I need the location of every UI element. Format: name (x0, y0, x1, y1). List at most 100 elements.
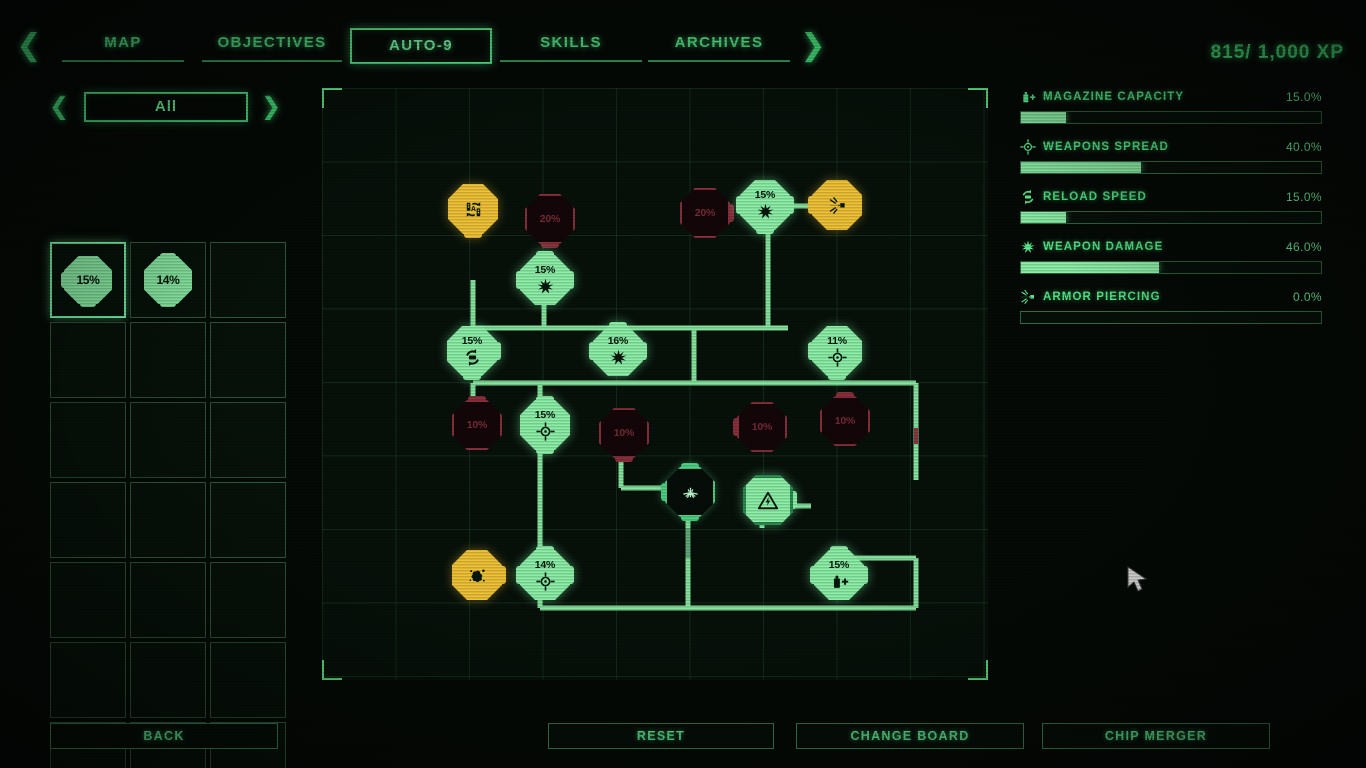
inventory-chip-slot[interactable]: 15% (50, 242, 126, 318)
node-body: 20% (525, 194, 575, 244)
inventory-empty-slot[interactable] (210, 322, 286, 398)
node-body: 15% (447, 326, 497, 376)
node-body: 20% (680, 188, 730, 238)
filter-next-icon[interactable]: ❯ (258, 92, 284, 122)
node-body: 15% (520, 400, 570, 450)
stat-header: MAGAZINE CAPACITY 15.0% (1020, 88, 1322, 106)
node-percent: 16% (607, 334, 629, 347)
stat-row: WEAPONS SPREAD 40.0% (1020, 138, 1322, 174)
chevron-right-icon[interactable]: ❯ (798, 30, 828, 64)
filter-prev-icon[interactable]: ❮ (46, 92, 72, 122)
node-percent: 11% (827, 334, 847, 347)
inventory-empty-slot[interactable] (130, 322, 206, 398)
stat-header: RELOAD SPEED 15.0% (1020, 188, 1322, 206)
board-node[interactable]: 10% (595, 404, 653, 462)
tab-archives[interactable]: ARCHIVES (648, 28, 790, 62)
mouse-cursor (1127, 566, 1148, 592)
board-node[interactable]: A (444, 180, 502, 238)
tab-objectives[interactable]: OBJECTIVES (202, 28, 342, 62)
node-body: A (448, 184, 498, 234)
change-board-button[interactable]: CHANGE BOARD (796, 723, 1024, 749)
filter-value[interactable]: All (84, 92, 248, 122)
inventory-empty-slot[interactable] (130, 402, 206, 478)
inventory-empty-slot[interactable] (130, 642, 206, 718)
inventory-filter: ❮ All ❯ (46, 92, 286, 130)
stat-row: MAGAZINE CAPACITY 15.0% (1020, 88, 1322, 124)
board-node[interactable] (808, 176, 866, 234)
stat-header: WEAPON DAMAGE 46.0% (1020, 238, 1322, 256)
stats-panel: MAGAZINE CAPACITY 15.0% WEAPONS SPREAD 40.0… (1020, 88, 1322, 338)
stat-row: ARMOR PIERCING 0.0% (1020, 288, 1322, 324)
board-node[interactable]: 15% (443, 322, 501, 380)
board-node[interactable]: 20% (521, 190, 579, 248)
chip-inventory-panel: ❮ All ❯ 15% 14% (0, 86, 300, 768)
weapons-spread-icon (827, 347, 847, 367)
upgrade-board[interactable]: A 20% 15% 20% 15% 15% 16% 11% 10% 15% 10% 10% 10% 14%… (322, 88, 1148, 680)
inventory-empty-slot[interactable] (210, 482, 286, 558)
node-percent: 14% (534, 558, 556, 571)
stat-row: WEAPON DAMAGE 46.0% (1020, 238, 1322, 274)
node-body: 15% (520, 255, 570, 305)
chip: 14% (141, 253, 195, 307)
inventory-empty-slot[interactable] (210, 242, 286, 318)
stat-bar (1020, 311, 1322, 324)
tab-skills[interactable]: SKILLS (500, 28, 642, 62)
board-node[interactable]: 15% (516, 396, 574, 454)
stat-bar-fill (1021, 162, 1141, 173)
inventory-empty-slot[interactable] (50, 402, 126, 478)
auto-reload-icon: A (464, 200, 483, 219)
inventory-empty-slot[interactable] (130, 482, 206, 558)
board-node[interactable]: 10% (448, 396, 506, 454)
chip-body: 15% (64, 256, 112, 304)
inventory-empty-slot[interactable] (210, 642, 286, 718)
tab-auto-9[interactable]: AUTO-9 (350, 28, 492, 64)
board-node[interactable]: 15% (516, 251, 574, 309)
node-percent: 15% (461, 334, 483, 347)
inventory-empty-slot[interactable] (210, 562, 286, 638)
board-node[interactable]: 10% (733, 398, 791, 456)
node-body (812, 180, 862, 230)
svg-text:A: A (470, 205, 475, 213)
inventory-empty-slot[interactable] (130, 562, 206, 638)
inventory-chip-slot[interactable]: 14% (130, 242, 206, 318)
board-node[interactable]: 15% (736, 176, 794, 234)
board-node[interactable]: 14% (516, 546, 574, 604)
splatter-icon (468, 566, 487, 585)
stat-bar-fill (1021, 212, 1066, 223)
inventory-empty-slot[interactable] (210, 402, 286, 478)
chevron-left-icon[interactable]: ❮ (14, 30, 44, 64)
node-body: 16% (593, 326, 643, 376)
inventory-empty-slot[interactable] (50, 562, 126, 638)
node-percent: 10% (834, 414, 856, 427)
chip-merger-button[interactable]: CHIP MERGER (1042, 723, 1270, 749)
board-node[interactable]: 11% (808, 322, 866, 380)
chip-body: 14% (144, 256, 192, 304)
node-body: 15% (740, 180, 790, 230)
stat-bar (1020, 111, 1322, 124)
weapon-damage-icon (756, 202, 775, 221)
board-node[interactable] (448, 546, 506, 604)
stat-value: 15.0% (1285, 90, 1322, 104)
board-node[interactable] (661, 463, 719, 521)
reset-button[interactable]: RESET (548, 723, 774, 749)
stat-bar (1020, 211, 1322, 224)
inventory-empty-slot[interactable] (50, 322, 126, 398)
back-button[interactable]: BACK (50, 723, 278, 749)
stat-value: 46.0% (1285, 240, 1322, 254)
inventory-empty-slot[interactable] (50, 642, 126, 718)
board-node[interactable]: 16% (589, 322, 647, 380)
tab-map[interactable]: MAP (62, 28, 184, 62)
stat-label: RELOAD SPEED (1043, 191, 1147, 203)
board-node[interactable]: 20% (676, 184, 734, 242)
node-percent: 15% (534, 263, 556, 276)
inventory-empty-slot[interactable] (50, 482, 126, 558)
weapons-spread-icon (1020, 139, 1036, 155)
board-node[interactable]: 15% (810, 546, 868, 604)
hazard-energy-icon (757, 490, 779, 512)
stat-header: WEAPONS SPREAD 40.0% (1020, 138, 1322, 156)
stat-label: WEAPON DAMAGE (1043, 241, 1164, 253)
inventory-grid: 15% 14% (50, 242, 286, 768)
board-node[interactable] (739, 471, 797, 529)
board-node[interactable]: 10% (816, 392, 874, 450)
reload-speed-icon (1020, 189, 1036, 205)
